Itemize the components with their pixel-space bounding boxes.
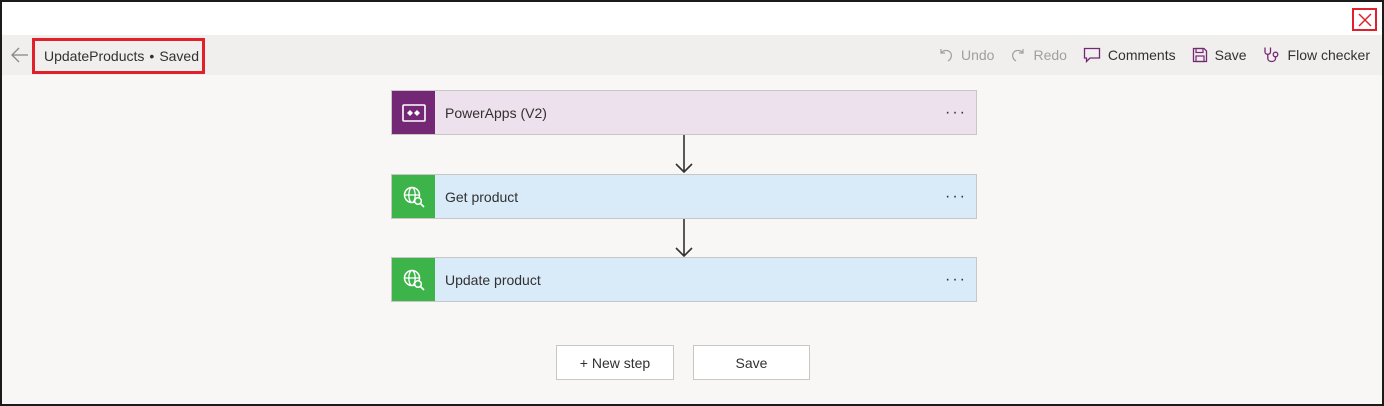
step-card-powerapps[interactable]: PowerApps (V2) ···: [391, 90, 977, 135]
back-button[interactable]: [10, 45, 30, 65]
save-toolbar-button[interactable]: Save: [1192, 47, 1247, 63]
flow-checker-button[interactable]: Flow checker: [1263, 46, 1370, 64]
comment-icon: [1083, 47, 1101, 63]
step-label: Update product: [445, 271, 541, 288]
globe-search-icon: [403, 186, 425, 208]
flow-checker-label: Flow checker: [1287, 47, 1370, 63]
new-step-button[interactable]: + New step: [556, 345, 674, 380]
more-options-button[interactable]: ···: [936, 271, 976, 289]
redo-icon: [1012, 49, 1025, 62]
flow-title: UpdateProducts • Saved: [32, 38, 205, 74]
more-options-button[interactable]: ···: [936, 188, 976, 206]
powerapps-icon: [401, 103, 426, 122]
step-label: Get product: [445, 188, 519, 205]
save-status: Saved: [159, 48, 200, 64]
comments-button[interactable]: Comments: [1083, 47, 1176, 63]
flow-name: UpdateProducts: [44, 48, 145, 64]
globe-search-icon: [403, 269, 425, 291]
redo-button[interactable]: Redo: [1010, 47, 1067, 63]
flow-editor-window: UpdateProducts • Saved Undo Redo Comment…: [0, 0, 1384, 406]
save-button[interactable]: Save: [693, 345, 810, 380]
step-card-update-product[interactable]: Update product ···: [391, 257, 977, 302]
step-icon-box: [392, 258, 435, 301]
step-icon-box: [392, 91, 435, 134]
title-separator: •: [149, 48, 155, 64]
command-actions: Undo Redo Comments Save Flow checker: [922, 35, 1370, 75]
close-icon: [1357, 12, 1372, 27]
redo-label: Redo: [1033, 47, 1067, 63]
save-toolbar-label: Save: [1214, 47, 1247, 63]
save-icon: [1192, 47, 1207, 63]
command-bar: UpdateProducts • Saved Undo Redo Comment…: [2, 35, 1382, 75]
undo-button[interactable]: Undo: [938, 47, 994, 63]
comments-label: Comments: [1107, 47, 1176, 63]
undo-label: Undo: [960, 47, 995, 63]
stethoscope-icon: [1263, 47, 1278, 63]
more-options-button[interactable]: ···: [936, 104, 976, 122]
undo-icon: [940, 49, 952, 62]
connector-arrow: [675, 219, 693, 258]
step-icon-box: [392, 175, 435, 218]
step-label: PowerApps (V2): [445, 104, 547, 121]
step-card-get-product[interactable]: Get product ···: [391, 174, 977, 219]
back-arrow-icon: [11, 47, 28, 63]
close-button[interactable]: [1352, 8, 1377, 31]
connector-arrow: [675, 135, 693, 174]
window-top-strip: [2, 2, 1382, 35]
